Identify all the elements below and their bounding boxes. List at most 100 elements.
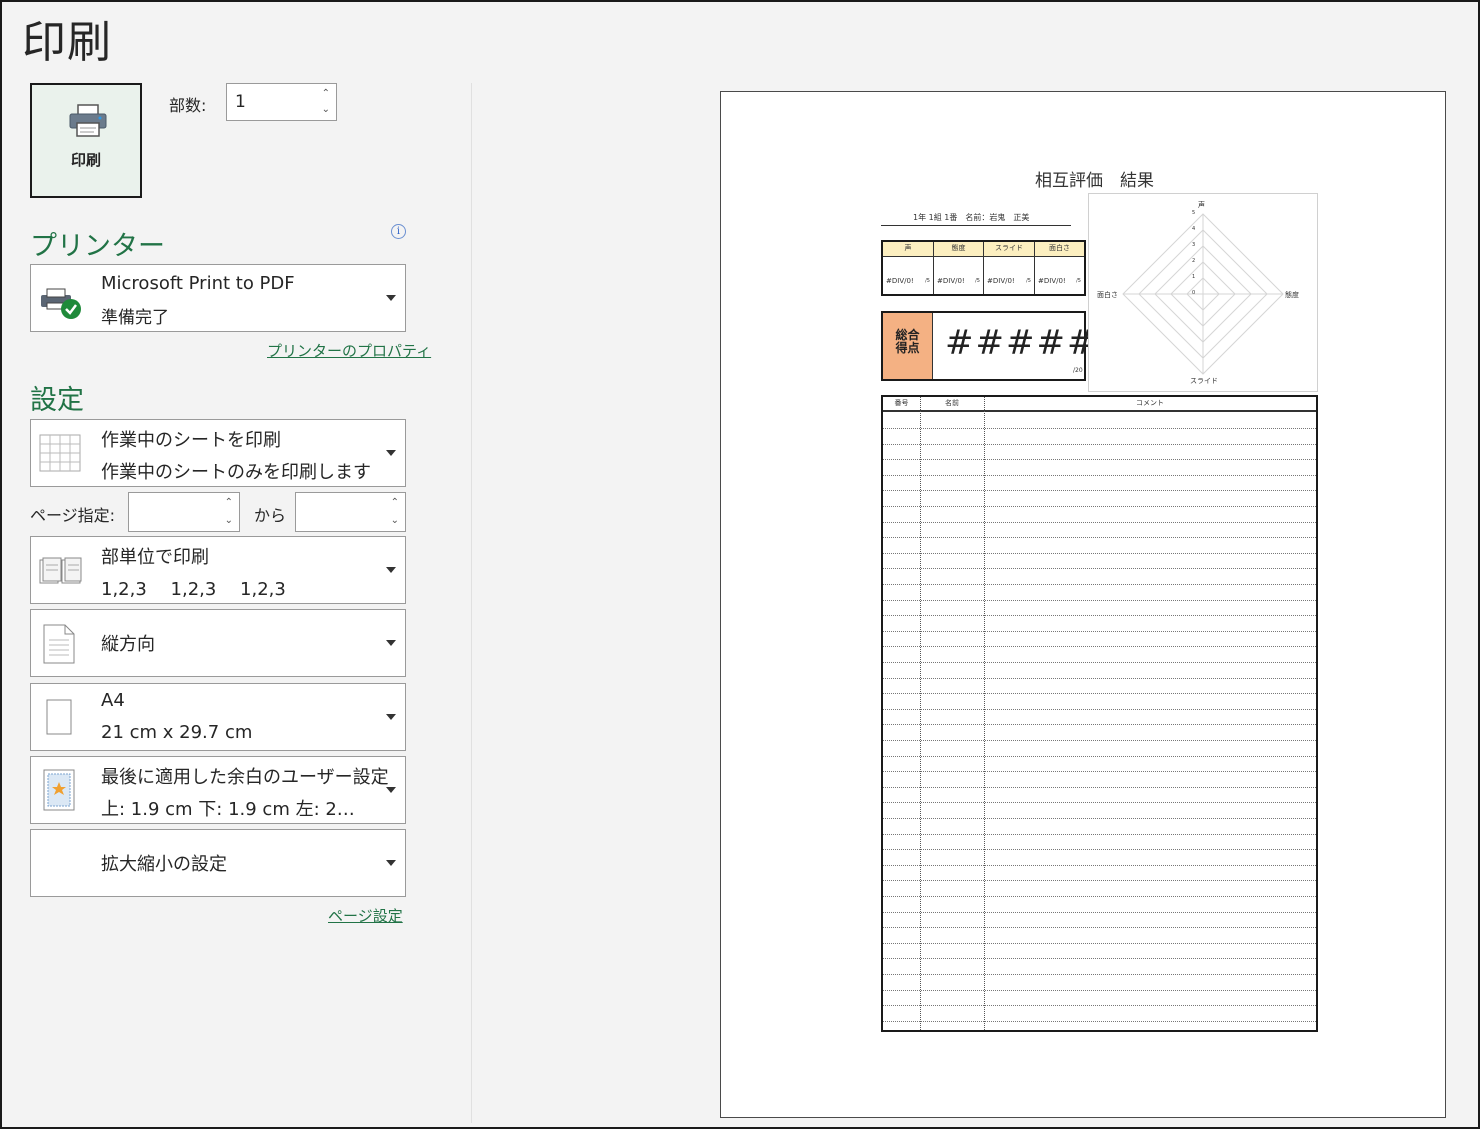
score-value: #DIV/0! [886, 277, 914, 285]
comment-row-line [883, 615, 1316, 617]
score-cell: #DIV/0! /5 [934, 257, 984, 294]
settings-section-title: 設定 [30, 385, 84, 416]
dropdown-arrow-icon [386, 860, 396, 866]
orientation-dropdown[interactable]: 縦方向 [30, 609, 406, 677]
printer-icon [69, 104, 107, 137]
margins-title: 最後に適用した余白のユーザー設定 [101, 767, 389, 788]
score-header: 態度 [934, 242, 984, 257]
radar-axis-label: 声 [1198, 201, 1205, 209]
portrait-page-icon [43, 624, 75, 664]
comment-col-divider [984, 397, 985, 1030]
comment-row-line [883, 428, 1316, 429]
comment-row-line [883, 1005, 1316, 1007]
print-preview-page: 相互評価 結果 1年 1組 1番 名前：岩鬼 正美 声 態度 スライド 面白さ … [720, 91, 1446, 1118]
collate-desc: 1,2,3 1,2,3 1,2,3 [101, 579, 286, 600]
paper-title: A4 [101, 690, 125, 711]
radar-tick: 1 [1192, 274, 1196, 280]
comment-row-line [883, 459, 1316, 461]
page-from-stepper[interactable]: ⌃ ⌄ [128, 492, 240, 532]
score-cell: #DIV/0! /5 [984, 257, 1035, 294]
printer-ready-icon [41, 288, 81, 319]
total-value: ##### [945, 323, 1098, 363]
comment-col-divider [920, 397, 921, 1030]
print-scope-dropdown[interactable]: 作業中のシートを印刷 作業中のシートのみを印刷します [30, 419, 406, 487]
comment-row-line [883, 942, 1316, 944]
custom-margins-icon [43, 769, 75, 811]
printer-properties-link[interactable]: プリンターのプロパティ [267, 340, 431, 361]
radar-axis-label: 面白さ [1097, 291, 1118, 299]
pages-label: ページ指定: [30, 506, 116, 525]
comment-row-line [883, 599, 1316, 601]
score-header: スライド [984, 242, 1035, 257]
score-header: 声 [883, 242, 934, 257]
dropdown-arrow-icon [386, 714, 396, 720]
print-scope-desc: 作業中のシートのみを印刷します [101, 462, 371, 483]
comment-row-line [883, 849, 1316, 851]
chevron-up-icon[interactable]: ⌃ [391, 498, 399, 508]
score-value: #DIV/0! [937, 277, 965, 285]
printer-dropdown[interactable]: Microsoft Print to PDF 準備完了 [30, 264, 406, 332]
collate-dropdown[interactable]: 部単位で印刷 1,2,3 1,2,3 1,2,3 [30, 536, 406, 604]
score-value: #DIV/0! [987, 277, 1015, 285]
chevron-up-icon[interactable]: ⌃ [225, 498, 233, 508]
print-scope-title: 作業中のシートを印刷 [101, 430, 281, 451]
radar-axis-label: スライド [1190, 377, 1218, 385]
paper-desc: 21 cm x 29.7 cm [101, 722, 253, 743]
dropdown-arrow-icon [386, 295, 396, 301]
comment-row-line [883, 740, 1316, 741]
comment-row-line [883, 880, 1316, 882]
dropdown-arrow-icon [386, 787, 396, 793]
page-title: 印刷 [22, 17, 112, 68]
comment-row-line [883, 677, 1316, 679]
chevron-down-icon[interactable]: ⌄ [322, 105, 330, 115]
chevron-down-icon[interactable]: ⌄ [225, 516, 233, 526]
comment-row-line [883, 490, 1316, 492]
comment-row-line [883, 646, 1316, 648]
score-unit: /5 [925, 278, 930, 284]
comment-row-line [883, 896, 1316, 897]
margins-dropdown[interactable]: 最後に適用した余白のユーザー設定 上: 1.9 cm 下: 1.9 cm 左: … [30, 756, 406, 824]
radar-tick: 2 [1192, 258, 1196, 264]
printer-section-title: プリンター [30, 231, 165, 262]
comment-row-line [883, 724, 1316, 726]
radar-axis-label: 態度 [1285, 291, 1299, 299]
comment-header: コメント [984, 397, 1316, 412]
info-icon[interactable]: i [391, 224, 406, 239]
sheet-title: 相互評価 結果 [1035, 171, 1154, 191]
student-info: 1年 1組 1番 名前：岩鬼 正美 [913, 213, 1030, 222]
comment-row-line [883, 630, 1316, 632]
comment-row-line [883, 708, 1316, 710]
page-to-stepper[interactable]: ⌃ ⌄ [295, 492, 406, 532]
sheet-grid-icon [39, 434, 81, 472]
scaling-dropdown[interactable]: 拡大縮小の設定 [30, 829, 406, 897]
dropdown-arrow-icon [386, 567, 396, 573]
comment-row-line [883, 521, 1316, 523]
score-value: #DIV/0! [1038, 277, 1066, 285]
chevron-up-icon[interactable]: ⌃ [322, 89, 330, 99]
copies-stepper[interactable]: 1 ⌃ ⌄ [226, 83, 337, 121]
score-header: 面白さ [1035, 242, 1084, 257]
score-unit: /5 [1026, 278, 1031, 284]
print-button[interactable]: 印刷 [30, 83, 142, 198]
comment-header: 名前 [920, 397, 984, 412]
paper-size-dropdown[interactable]: A4 21 cm x 29.7 cm [30, 683, 406, 751]
collate-title: 部単位で印刷 [101, 547, 209, 568]
page-setup-link[interactable]: ページ設定 [328, 905, 403, 926]
comment-row-line [883, 864, 1316, 866]
total-label: 総合 得点 [883, 313, 933, 379]
orientation-title: 縦方向 [101, 634, 155, 655]
comment-row-line [883, 786, 1316, 788]
score-cell: #DIV/0! /5 [1035, 257, 1084, 294]
collate-icon [39, 557, 82, 584]
total-unit: /20 [1073, 367, 1083, 374]
radar-tick: 0 [1192, 290, 1196, 296]
panel-divider [471, 83, 472, 1123]
chevron-down-icon[interactable]: ⌄ [391, 516, 399, 526]
printer-status: 準備完了 [101, 308, 169, 328]
radar-chart: 声 態度 スライド 面白さ 0 1 2 3 4 5 [1088, 193, 1318, 392]
comment-row-line [883, 552, 1316, 554]
comment-row-line [883, 771, 1316, 773]
comment-row-line [883, 911, 1316, 913]
dropdown-arrow-icon [386, 640, 396, 646]
print-button-label: 印刷 [70, 151, 101, 169]
